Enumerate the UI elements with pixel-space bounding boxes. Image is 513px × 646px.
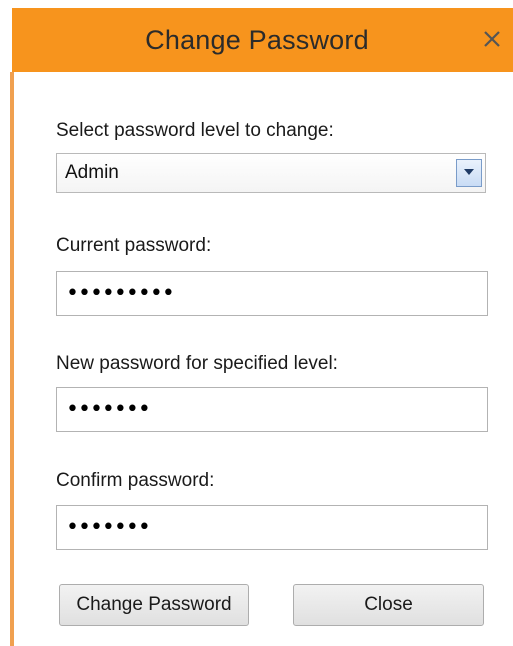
password-level-selected-value: Admin [65,162,119,183]
close-icon[interactable] [475,22,509,56]
confirm-password-input[interactable]: ••••••• [56,505,488,550]
chevron-down-icon [464,169,474,175]
new-password-label: New password for specified level: [56,353,338,374]
confirm-password-mask: ••••••• [66,515,151,540]
new-password-input[interactable]: ••••••• [56,387,488,432]
close-button[interactable]: Close [293,584,484,626]
title-bar: Change Password [12,8,513,72]
change-password-dialog: Change Password Select password level to… [0,0,513,646]
dropdown-button[interactable] [456,159,482,187]
password-level-label: Select password level to change: [56,120,334,141]
dialog-title: Change Password [145,25,369,55]
password-level-select[interactable]: Admin [56,153,486,193]
change-password-button[interactable]: Change Password [59,584,249,626]
current-password-label: Current password: [56,235,212,256]
new-password-mask: ••••••• [66,397,151,422]
current-password-input[interactable]: ••••••••• [56,271,488,316]
confirm-password-label: Confirm password: [56,470,215,491]
window-border-accent [10,72,14,646]
current-password-mask: ••••••••• [66,281,175,306]
